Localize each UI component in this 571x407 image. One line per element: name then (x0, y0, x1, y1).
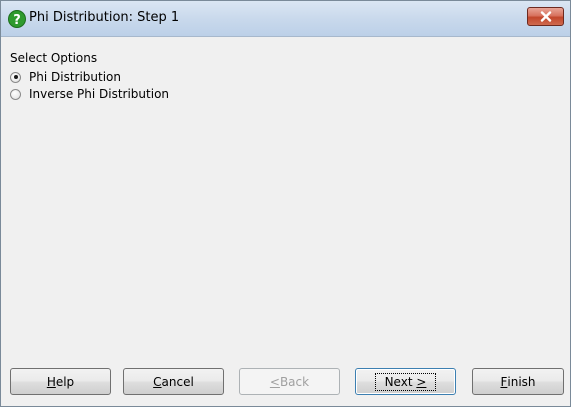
next-button-label: Next (384, 374, 417, 389)
select-options-label: Select Options (10, 51, 98, 65)
next-button-focus: Next > (374, 372, 437, 391)
cancel-button-label: ancel (161, 374, 194, 389)
title-bar[interactable]: ? Phi Distribution: Step 1 (1, 1, 570, 37)
inverse-phi-distribution-option[interactable]: Inverse Phi Distribution (10, 86, 169, 102)
next-button[interactable]: Next > (355, 368, 456, 395)
finish-button-mnemonic: F (500, 374, 508, 389)
phi-distribution-radio[interactable] (10, 71, 21, 83)
back-button-mnemonic: < (269, 374, 280, 389)
next-button-mnemonic: > (416, 374, 427, 389)
phi-distribution-label: Phi Distribution (29, 70, 121, 84)
finish-button[interactable]: Finish (472, 368, 564, 395)
back-button-label: Back (279, 374, 310, 389)
phi-distribution-option[interactable]: Phi Distribution (10, 69, 121, 85)
help-button-label: elp (55, 374, 75, 389)
inverse-phi-distribution-radio[interactable] (10, 88, 21, 100)
help-button[interactable]: Help (10, 368, 111, 395)
question-help-icon: ? (8, 10, 26, 28)
finish-button-label: inish (507, 374, 536, 389)
window-title: Phi Distribution: Step 1 (29, 10, 180, 25)
cancel-button-mnemonic: C (153, 374, 162, 389)
svg-text:?: ? (13, 13, 21, 28)
back-button[interactable]: < Back (239, 368, 340, 395)
inverse-phi-distribution-label: Inverse Phi Distribution (29, 87, 170, 101)
close-button[interactable] (527, 7, 564, 26)
cancel-button[interactable]: Cancel (123, 368, 224, 395)
close-icon (540, 11, 552, 22)
dialog-window: ? Phi Distribution: Step 1 Select Option… (0, 0, 571, 407)
help-button-mnemonic: H (46, 374, 56, 389)
dialog-content: Select Options Phi Distribution Inverse … (7, 42, 564, 401)
